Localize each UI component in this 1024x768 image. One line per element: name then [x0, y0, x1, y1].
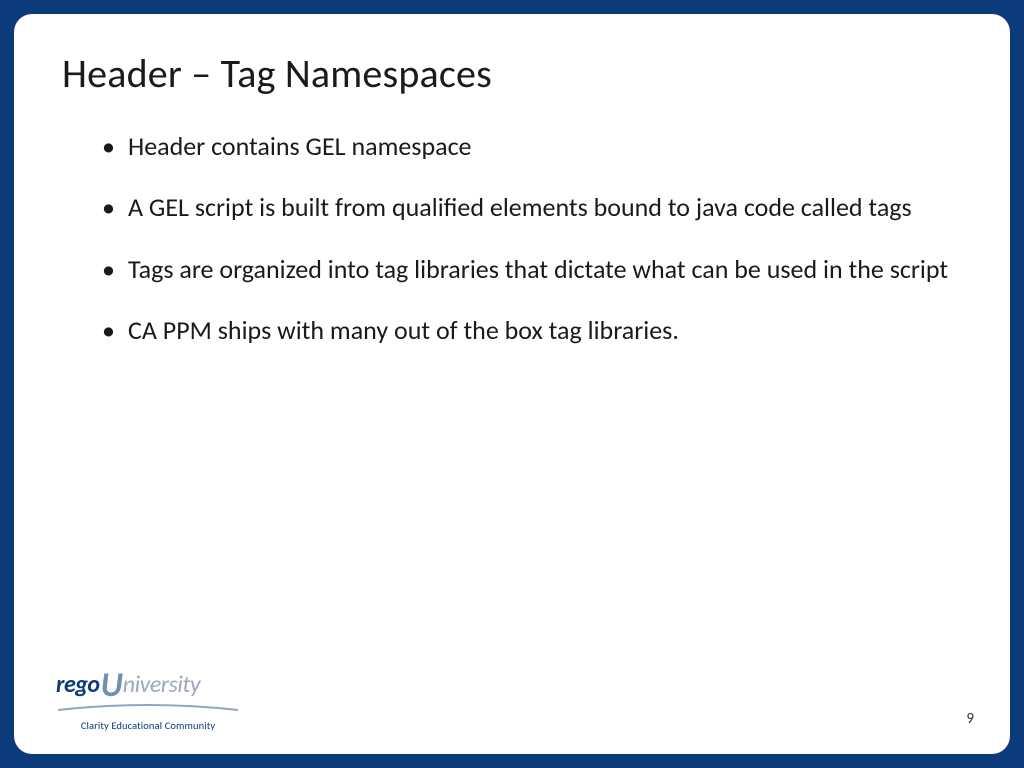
brand-logo: rego U niversity Clarity Educational Com… [56, 670, 256, 732]
slide-card: Header – Tag Namespaces Header contains … [14, 14, 1010, 754]
logo-text-u: U [101, 672, 123, 701]
swoosh-icon [56, 703, 240, 713]
logo-tagline: Clarity Educational Community [56, 719, 240, 732]
page-number: 9 [966, 710, 974, 728]
bullet-list: Header contains GEL namespace A GEL scri… [62, 130, 962, 347]
logo-wordmark: rego U niversity [56, 670, 256, 699]
slide-frame: Header – Tag Namespaces Header contains … [0, 0, 1024, 768]
list-item: A GEL script is built from qualified ele… [102, 191, 962, 224]
slide-title: Header – Tag Namespaces [62, 52, 962, 96]
logo-text-rego: rego [56, 670, 100, 699]
logo-text-niversity: niversity [123, 670, 200, 699]
list-item: CA PPM ships with many out of the box ta… [102, 314, 962, 347]
list-item: Header contains GEL namespace [102, 130, 962, 163]
list-item: Tags are organized into tag libraries th… [102, 253, 962, 286]
